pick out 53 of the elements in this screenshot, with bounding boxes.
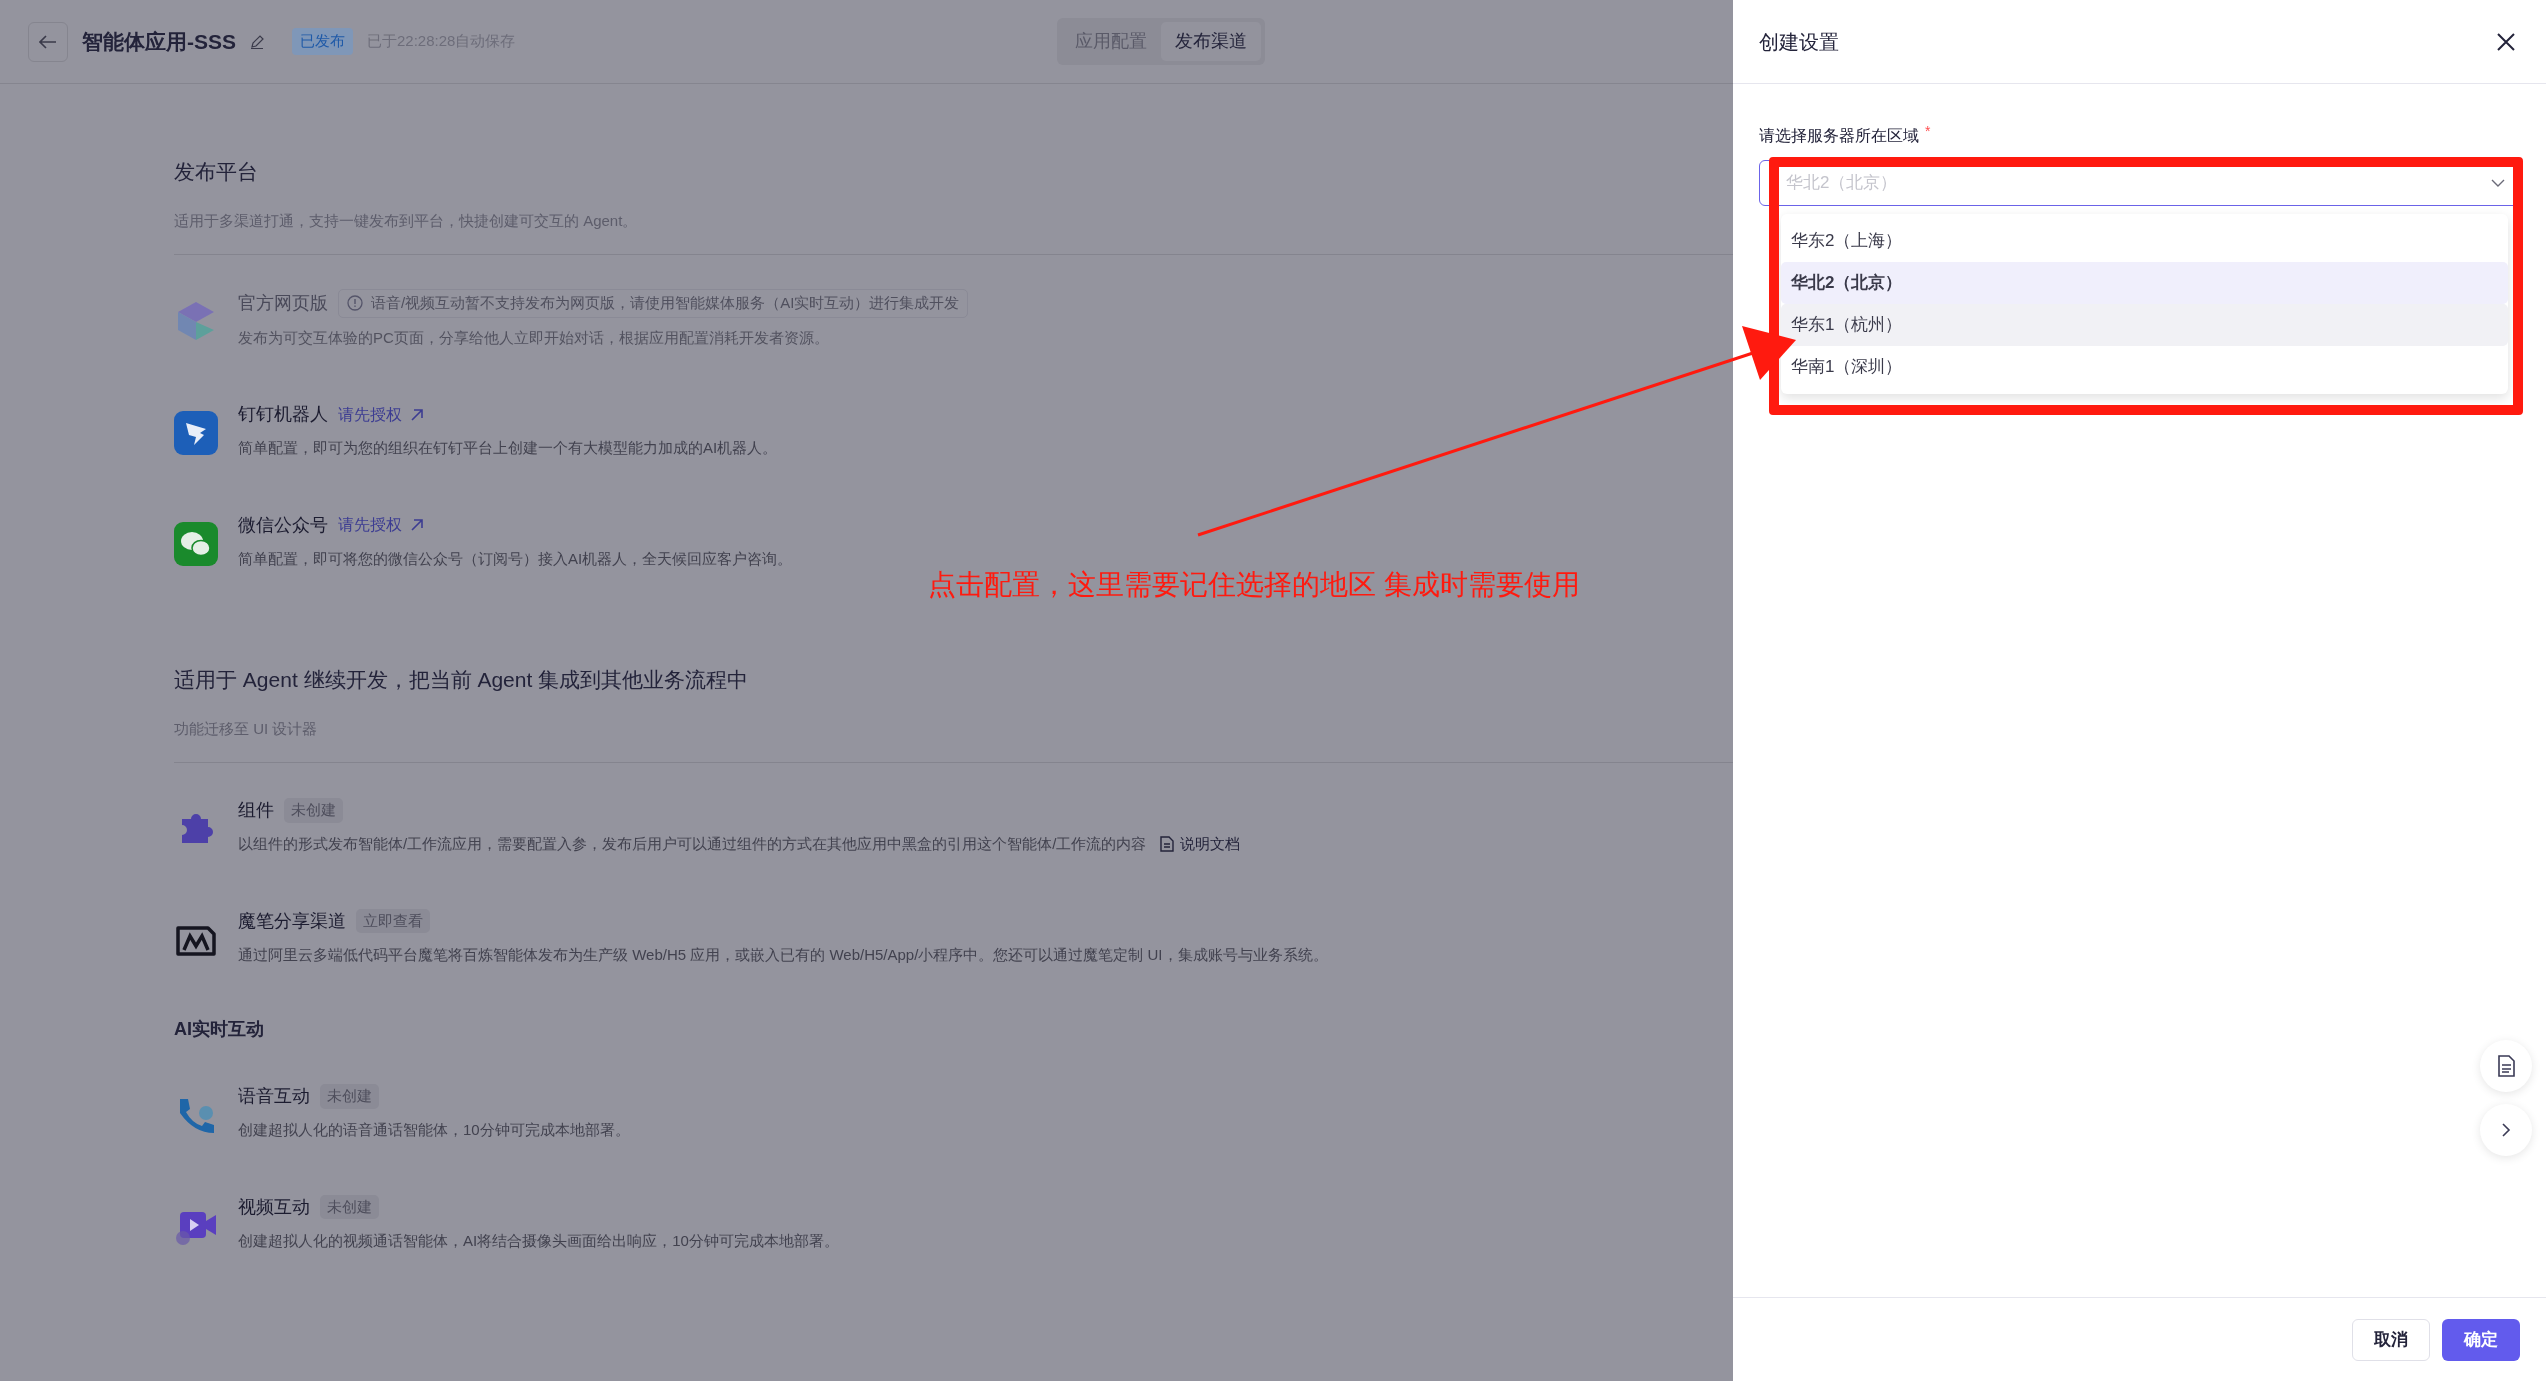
channel-name: 钉钉机器人 [238,403,328,426]
channel-description: 通过阿里云多端低代码平台魔笔将百炼智能体发布为生产级 Web/H5 应用，或嵌入已有的 Web/H5/App/小程序中。您还可以通过魔笔定制 UI，集成账号与业务系统。 [238,944,1328,965]
channel-name: 语音互动 [238,1085,310,1108]
channel-description: 发布为可交互体验的PC页面，分享给他人立即开始对话，根据应用配置消耗开发者资源。 [238,327,829,348]
close-icon [2496,31,2516,52]
notice-text: 语音/视频互动暂不支持发布为网页版，请使用智能媒体服务（AI实时互动）进行集成开发 [371,293,960,313]
cancel-button[interactable]: 取消 [2352,1318,2430,1361]
confirm-button[interactable]: 确定 [2442,1318,2520,1361]
region-input[interactable]: 华北2（北京） [1786,170,2086,196]
app-title: 智能体应用-SSS [82,28,236,55]
chevron-right-icon [2501,1122,2511,1138]
channel-description: 创建超拟人化的语音通话智能体，10分钟可完成本地部署。 [238,1120,630,1140]
dropdown-option[interactable]: 华东2（上海） [1781,220,2508,262]
channel-name: 组件 [238,799,274,822]
field-label: 请选择服务器所在区域 [1759,126,1919,146]
edit-pencil-icon[interactable] [250,34,264,49]
annotation-text: 点击配置，这里需要记住选择的地区 集成时需要使用 [928,568,1580,602]
status-badge: 已发布 [292,28,353,55]
dropdown-option[interactable]: 华东1（杭州） [1781,304,2508,346]
document-icon [2497,1055,2515,1077]
external-arrow-icon [410,518,424,532]
info-icon [347,295,363,312]
status-tag: 未创建 [320,1194,379,1220]
channel-name: 微信公众号 [238,513,328,537]
section-title: AI实时互动 [174,1018,265,1041]
wing-app-icon [174,411,218,455]
dropdown-option[interactable]: 华北2（北京） [1781,262,2508,304]
channel-description: 简单配置，即可为您的组织在钉钉平台上创建一个有大模型能力加成的AI机器人。 [238,438,778,458]
chat-bubbles-app-icon [174,521,218,566]
external-arrow-icon [410,407,424,422]
required-mark: * [1925,124,1931,138]
drawer-title: 创建设置 [1759,29,1839,55]
authorize-link[interactable]: 请先授权 [338,402,424,427]
channel-description: 以组件的形式发布智能体/工作流应用，需要配置入参，发布后用户可以通过组件的方式在其他应用中黑盒的引用这个智能体/工作流的内容 [238,834,1147,854]
channel-name: 视频互动 [238,1195,310,1219]
page-tab[interactable]: 发布渠道 [1161,22,1261,61]
document-button[interactable] [2480,1040,2532,1092]
section-title: 发布平台 [174,159,259,185]
doc-link[interactable]: 说明文档 [1160,833,1241,856]
status-tag: 立即查看 [356,908,430,934]
back-arrow-icon [39,34,57,49]
section-title: 适用于 Agent 继续开发，把当前 Agent 集成到其他业务流程中 [174,667,750,693]
status-tag: 未创建 [284,798,343,823]
channel-description: 创建超拟人化的视频通话智能体，AI将结合摄像头画面给出响应，10分钟可完成本地部署。 [238,1230,839,1251]
channel-description: 简单配置，即可将您的微信公众号（订阅号）接入AI机器人，全天候回应客户咨询。 [238,548,793,569]
dropdown-option[interactable]: 华南1（深圳） [1781,346,2508,388]
channel-name: 官方网页版 [238,291,328,315]
channel-name: 魔笔分享渠道 [238,909,346,933]
document-icon [1160,836,1175,853]
authorize-link[interactable]: 请先授权 [338,513,424,537]
back-button[interactable] [28,21,68,62]
status-tag: 未创建 [320,1084,379,1109]
chevron-down-icon [2491,179,2505,187]
